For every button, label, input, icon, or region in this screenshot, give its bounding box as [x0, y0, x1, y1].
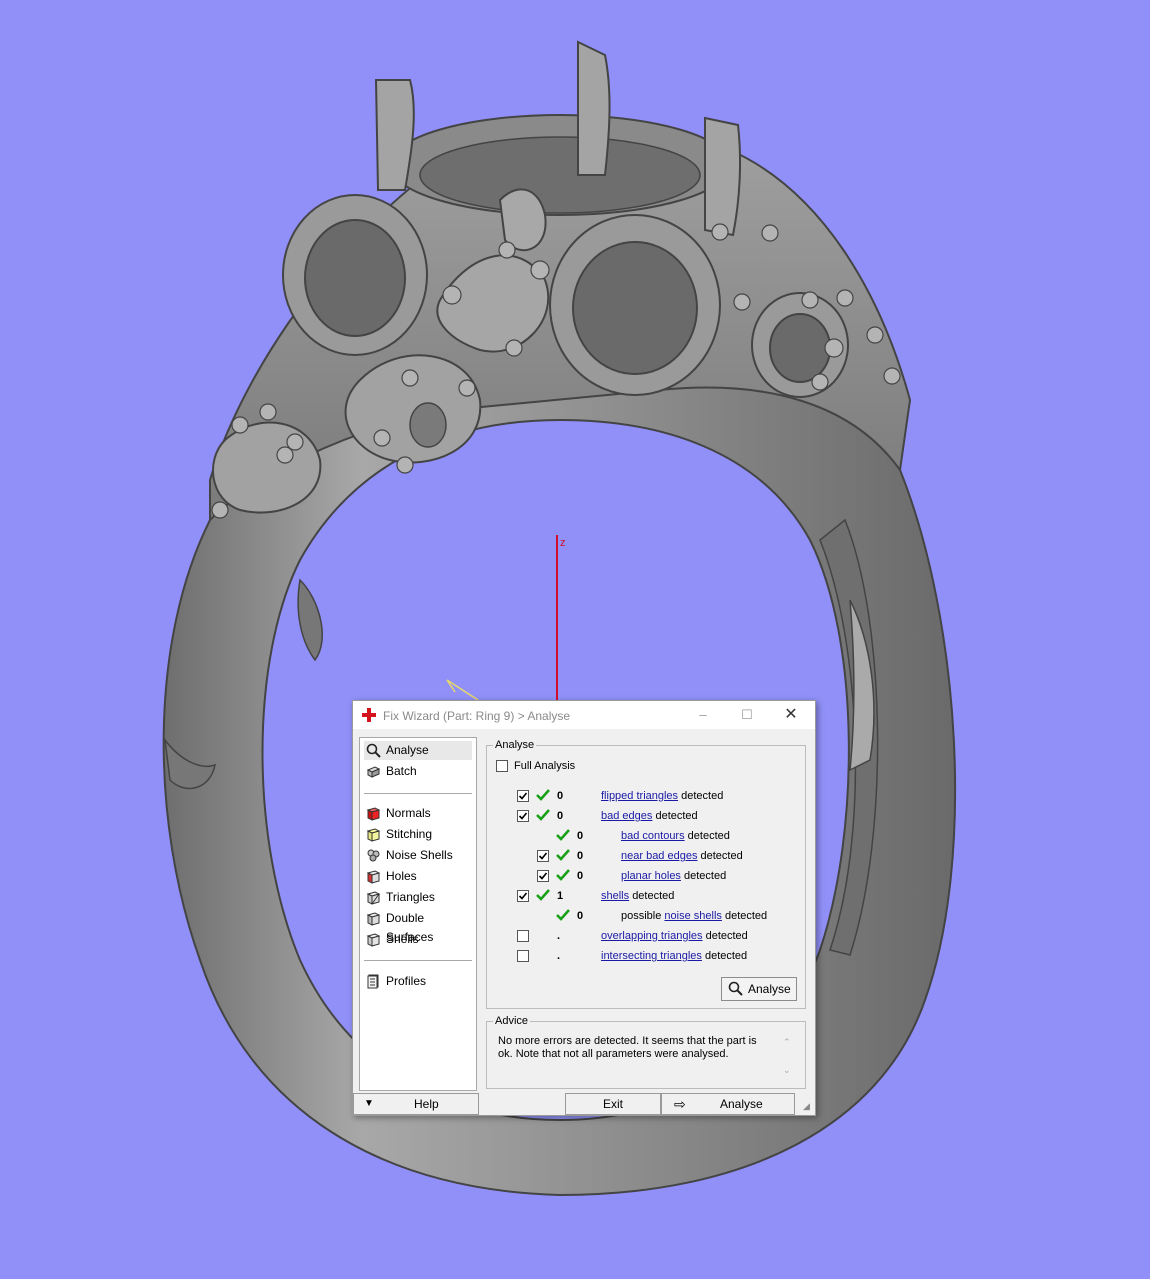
resize-grip-icon[interactable]: ◢ [803, 1101, 810, 1112]
row-checkbox[interactable] [537, 870, 549, 882]
row-link[interactable]: bad contours [621, 830, 685, 842]
row-count: 0 [577, 850, 584, 862]
dialog-titlebar[interactable]: Fix Wizard (Part: Ring 9) > Analyse – ☐ … [353, 701, 815, 729]
dialog-bottom-bar: ▼ Help Exit ⇨ Analyse ◢ [353, 1093, 815, 1115]
holes-cube-icon [366, 870, 381, 884]
check-icon [556, 909, 570, 921]
row-text: bad edges detected [601, 810, 698, 822]
shells-cube-icon [366, 933, 381, 947]
row-checkbox[interactable] [517, 890, 529, 902]
wizard-sidebar: Analyse Batch Normals Stitching Noise Sh… [359, 737, 477, 1091]
row-link[interactable]: overlapping triangles [601, 930, 703, 942]
stitching-cube-icon [366, 828, 381, 842]
row-text: shells detected [601, 890, 675, 902]
row-count: 1 [557, 890, 564, 902]
help-button[interactable]: ▼ Help [353, 1093, 479, 1115]
analyse-next-button[interactable]: ⇨ Analyse [661, 1093, 795, 1115]
sidebar-item-analyse[interactable]: Analyse [364, 741, 472, 760]
row-count: 0 [577, 910, 584, 922]
row-link[interactable]: noise shells [664, 910, 721, 922]
sidebar-item-shells[interactable]: Shells [364, 930, 472, 949]
row-link[interactable]: intersecting triangles [601, 950, 702, 962]
row-checkbox[interactable] [517, 810, 529, 822]
checkbox[interactable] [496, 760, 508, 772]
row-link[interactable]: shells [601, 890, 629, 902]
check-icon [536, 809, 550, 821]
svg-text:z: z [560, 537, 566, 549]
row-link[interactable]: bad edges [601, 810, 652, 822]
check-icon [556, 829, 570, 841]
sidebar-item-noise-shells[interactable]: Noise Shells [364, 846, 472, 865]
analyse-run-button[interactable]: Analyse [721, 977, 797, 1001]
maximize-icon[interactable]: ☐ [733, 705, 761, 725]
row-count: . [557, 930, 561, 942]
row-count: 0 [557, 810, 564, 822]
magnifier-icon [728, 981, 743, 996]
row-link[interactable]: planar holes [621, 870, 681, 882]
scroll-up-icon[interactable]: ⌃ [783, 1037, 791, 1048]
row-count: 0 [557, 790, 564, 802]
sidebar-item-triangles[interactable]: Triangles [364, 888, 472, 907]
row-text: flipped triangles detected [601, 790, 724, 802]
row-count: 0 [577, 870, 584, 882]
check-icon [556, 849, 570, 861]
analyse-legend: Analyse [495, 739, 535, 751]
dialog-title: Fix Wizard (Part: Ring 9) > Analyse [383, 709, 571, 723]
sidebar-item-stitching[interactable]: Stitching [364, 825, 472, 844]
sidebar-item-normals[interactable]: Normals [364, 804, 472, 823]
row-checkbox[interactable] [517, 930, 529, 942]
row-text: bad contours detected [621, 830, 730, 842]
advice-text: No more errors are detected. It seems th… [498, 1035, 757, 1060]
sidebar-item-batch[interactable]: Batch [364, 762, 472, 781]
close-icon[interactable]: ✕ [777, 705, 805, 725]
scroll-down-icon[interactable]: ⌄ [783, 1065, 791, 1076]
check-icon [536, 889, 550, 901]
batch-icon [366, 766, 381, 778]
sidebar-divider [364, 960, 472, 961]
normals-cube-icon [366, 807, 381, 821]
check-icon [556, 869, 570, 881]
row-checkbox[interactable] [537, 850, 549, 862]
advice-legend: Advice [495, 1015, 529, 1027]
double-surfaces-icon [366, 912, 381, 926]
row-text: intersecting triangles detected [601, 950, 748, 962]
row-text: planar holes detected [621, 870, 727, 882]
row-checkbox[interactable] [517, 790, 529, 802]
noise-shells-icon [367, 849, 380, 862]
arrow-right-icon: ⇨ [674, 1096, 686, 1112]
minimize-icon[interactable]: – [689, 705, 717, 725]
row-text: overlapping triangles detected [601, 930, 748, 942]
sidebar-item-profiles[interactable]: Profiles [364, 972, 472, 991]
row-count: 0 [577, 830, 584, 842]
exit-button[interactable]: Exit [565, 1093, 661, 1115]
row-checkbox[interactable] [517, 950, 529, 962]
fix-wizard-dialog: Fix Wizard (Part: Ring 9) > Analyse – ☐ … [352, 700, 816, 1116]
row-text: near bad edges detected [621, 850, 743, 862]
profiles-icon [367, 974, 379, 989]
sidebar-item-double-surfaces[interactable]: Double Surfaces [364, 909, 472, 944]
row-text: possible noise shells detected [621, 910, 768, 922]
check-icon [536, 789, 550, 801]
row-count: . [557, 950, 561, 962]
row-link[interactable]: flipped triangles [601, 790, 678, 802]
sidebar-item-holes[interactable]: Holes [364, 867, 472, 886]
triangle-down-icon: ▼ [364, 1098, 374, 1109]
row-link[interactable]: near bad edges [621, 850, 697, 862]
triangles-cube-icon [366, 891, 381, 905]
sidebar-divider [364, 793, 472, 794]
magnifier-icon [366, 743, 381, 758]
red-cross-icon [362, 708, 376, 722]
